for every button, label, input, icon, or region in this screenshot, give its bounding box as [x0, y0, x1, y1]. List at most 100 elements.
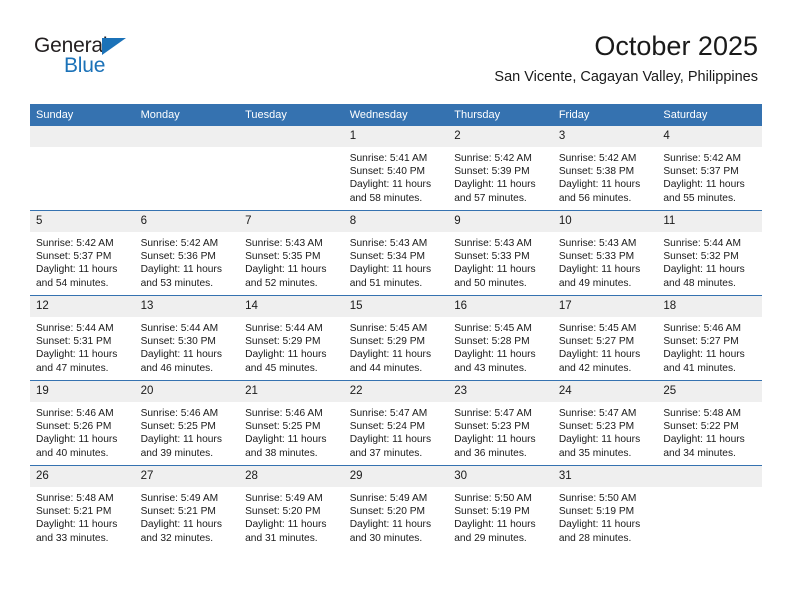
- calendar-day-cell[interactable]: 26 Sunrise: 5:48 AM Sunset: 5:21 PM Dayligh…: [30, 465, 135, 550]
- day-number: 16: [448, 296, 553, 317]
- day-details: Sunrise: 5:43 AM Sunset: 5:34 PM Daylight:…: [344, 232, 449, 290]
- calendar-day-cell[interactable]: 20 Sunrise: 5:46 AM Sunset: 5:25 PM Dayligh…: [134, 380, 240, 466]
- day-cell-inner: 4 Sunrise: 5:42 AM Sunset: 5:37 PM Daylight…: [657, 126, 762, 210]
- day-details: Sunrise: 5:50 AM Sunset: 5:19 PM Daylight:…: [448, 487, 553, 545]
- calendar-day-cell[interactable]: 19 Sunrise: 5:46 AM Sunset: 5:26 PM Dayligh…: [30, 380, 135, 466]
- day-number: 17: [552, 296, 658, 317]
- detail-sunrise: Sunrise: 5:46 AM: [663, 323, 741, 334]
- calendar-week-row: 26 Sunrise: 5:48 AM Sunset: 5:21 PM Dayligh…: [30, 465, 762, 550]
- day-details: [135, 147, 240, 152]
- calendar-day-cell[interactable]: 24 Sunrise: 5:47 AM Sunset: 5:23 PM Dayligh…: [552, 380, 658, 466]
- calendar-day-cell[interactable]: 4 Sunrise: 5:42 AM Sunset: 5:37 PM Daylight…: [657, 126, 762, 211]
- day-cell-inner: 2 Sunrise: 5:42 AM Sunset: 5:39 PM Daylight…: [448, 126, 553, 210]
- detail-daylight1: Daylight: 11 hours: [454, 264, 536, 276]
- calendar-day-cell[interactable]: 29 Sunrise: 5:49 AM Sunset: 5:20 PM Dayligh…: [343, 465, 449, 550]
- detail-sunset: Sunset: 5:35 PM: [245, 251, 321, 263]
- calendar-day-cell[interactable]: 1 Sunrise: 5:41 AM Sunset: 5:40 PM Daylight…: [343, 126, 449, 211]
- day-cell-inner: 5 Sunrise: 5:42 AM Sunset: 5:37 PM Daylight…: [30, 211, 135, 295]
- calendar-day-cell[interactable]: 9 Sunrise: 5:43 AM Sunset: 5:33 PM Daylight…: [448, 210, 553, 296]
- detail-daylight2: and 40 minutes.: [36, 447, 109, 459]
- detail-sunset: Sunset: 5:31 PM: [36, 336, 112, 348]
- day-number: 22: [343, 381, 449, 402]
- calendar-day-cell[interactable]: 25 Sunrise: 5:48 AM Sunset: 5:22 PM Dayligh…: [657, 380, 762, 466]
- detail-sunset: Sunset: 5:28 PM: [454, 336, 530, 348]
- day-number: [30, 126, 135, 147]
- day-number: 30: [448, 466, 553, 487]
- detail-daylight2: and 54 minutes.: [36, 277, 109, 289]
- day-cell-inner: 22 Sunrise: 5:47 AM Sunset: 5:24 PM Dayligh…: [343, 381, 449, 465]
- detail-daylight1: Daylight: 11 hours: [349, 434, 432, 446]
- detail-sunrise: Sunrise: 5:49 AM: [245, 493, 323, 504]
- day-cell-inner: 1 Sunrise: 5:41 AM Sunset: 5:40 PM Daylight…: [343, 126, 449, 210]
- detail-sunset: Sunset: 5:26 PM: [36, 421, 112, 433]
- day-number: 28: [239, 466, 344, 487]
- calendar-day-cell[interactable]: 14 Sunrise: 5:44 AM Sunset: 5:29 PM Dayligh…: [239, 295, 344, 381]
- detail-sunrise: Sunrise: 5:44 AM: [245, 323, 323, 334]
- day-cell-inner: 12 Sunrise: 5:44 AM Sunset: 5:31 PM Dayligh…: [30, 296, 135, 380]
- calendar-day-cell[interactable]: 18 Sunrise: 5:46 AM Sunset: 5:27 PM Dayligh…: [657, 295, 762, 381]
- calendar-week-row: 1 Sunrise: 5:41 AM Sunset: 5:40 PM Daylight…: [30, 126, 762, 211]
- calendar-day-cell[interactable]: 16 Sunrise: 5:45 AM Sunset: 5:28 PM Dayligh…: [448, 295, 553, 381]
- detail-sunrise: Sunrise: 5:47 AM: [558, 408, 637, 419]
- calendar-day-cell[interactable]: 31 Sunrise: 5:50 AM Sunset: 5:19 PM Dayligh…: [552, 465, 658, 550]
- day-number: 7: [239, 211, 344, 232]
- day-cell-inner: 10 Sunrise: 5:43 AM Sunset: 5:33 PM Dayligh…: [552, 211, 658, 295]
- calendar-day-cell[interactable]: 27 Sunrise: 5:49 AM Sunset: 5:21 PM Dayligh…: [134, 465, 240, 550]
- calendar-day-cell[interactable]: 15 Sunrise: 5:45 AM Sunset: 5:29 PM Dayligh…: [343, 295, 449, 381]
- detail-sunset: Sunset: 5:27 PM: [663, 336, 739, 348]
- day-details: Sunrise: 5:46 AM Sunset: 5:25 PM Daylight:…: [135, 402, 240, 460]
- calendar-day-cell[interactable]: 23 Sunrise: 5:47 AM Sunset: 5:23 PM Dayligh…: [448, 380, 553, 466]
- detail-sunrise: Sunrise: 5:44 AM: [140, 323, 219, 334]
- detail-sunrise: Sunrise: 5:43 AM: [349, 238, 428, 249]
- day-number: 29: [343, 466, 449, 487]
- calendar-day-cell[interactable]: 8 Sunrise: 5:43 AM Sunset: 5:34 PM Daylight…: [343, 210, 449, 296]
- detail-daylight2: and 31 minutes.: [245, 532, 318, 544]
- calendar-day-cell[interactable]: 12 Sunrise: 5:44 AM Sunset: 5:31 PM Dayligh…: [30, 295, 135, 381]
- calendar-day-cell[interactable]: 21 Sunrise: 5:46 AM Sunset: 5:25 PM Dayligh…: [239, 380, 344, 466]
- detail-sunset: Sunset: 5:25 PM: [140, 421, 216, 433]
- detail-sunrise: Sunrise: 5:44 AM: [663, 238, 741, 249]
- calendar-day-cell[interactable]: 7 Sunrise: 5:43 AM Sunset: 5:35 PM Daylight…: [239, 210, 344, 296]
- calendar-day-cell[interactable]: 6 Sunrise: 5:42 AM Sunset: 5:36 PM Daylight…: [134, 210, 240, 296]
- detail-sunset: Sunset: 5:32 PM: [663, 251, 739, 263]
- calendar-day-cell[interactable]: 11 Sunrise: 5:44 AM Sunset: 5:32 PM Dayligh…: [657, 210, 762, 296]
- day-number: 8: [343, 211, 449, 232]
- day-cell-inner: [134, 126, 240, 210]
- detail-daylight1: Daylight: 11 hours: [349, 179, 432, 191]
- calendar-day-cell[interactable]: 17 Sunrise: 5:45 AM Sunset: 5:27 PM Dayligh…: [552, 295, 658, 381]
- calendar-day-cell[interactable]: 2 Sunrise: 5:42 AM Sunset: 5:39 PM Daylight…: [448, 126, 553, 211]
- detail-daylight1: Daylight: 11 hours: [558, 264, 641, 276]
- day-number: 15: [343, 296, 449, 317]
- detail-daylight1: Daylight: 11 hours: [663, 179, 745, 191]
- calendar-day-cell[interactable]: 28 Sunrise: 5:49 AM Sunset: 5:20 PM Dayligh…: [239, 465, 344, 550]
- detail-daylight1: Daylight: 11 hours: [245, 434, 327, 446]
- day-details: Sunrise: 5:45 AM Sunset: 5:29 PM Daylight:…: [344, 317, 449, 375]
- calendar-day-cell[interactable]: 3 Sunrise: 5:42 AM Sunset: 5:38 PM Daylight…: [552, 126, 658, 211]
- day-number: 26: [30, 466, 135, 487]
- calendar-day-cell[interactable]: 5 Sunrise: 5:42 AM Sunset: 5:37 PM Daylight…: [30, 210, 135, 296]
- calendar-cell-empty: [657, 465, 762, 550]
- calendar-day-cell[interactable]: 22 Sunrise: 5:47 AM Sunset: 5:24 PM Dayligh…: [343, 380, 449, 466]
- detail-sunset: Sunset: 5:37 PM: [36, 251, 112, 263]
- day-number: 9: [448, 211, 553, 232]
- day-cell-inner: 15 Sunrise: 5:45 AM Sunset: 5:29 PM Dayligh…: [343, 296, 449, 380]
- day-number: 18: [657, 296, 762, 317]
- detail-sunset: Sunset: 5:34 PM: [349, 251, 426, 263]
- detail-sunset: Sunset: 5:38 PM: [558, 166, 635, 178]
- day-number: 6: [134, 211, 240, 232]
- day-details: Sunrise: 5:42 AM Sunset: 5:38 PM Daylight:…: [553, 147, 658, 205]
- calendar-day-cell[interactable]: 10 Sunrise: 5:43 AM Sunset: 5:33 PM Dayligh…: [552, 210, 658, 296]
- day-cell-inner: 13 Sunrise: 5:44 AM Sunset: 5:30 PM Dayligh…: [134, 296, 240, 380]
- detail-sunset: Sunset: 5:21 PM: [140, 506, 216, 518]
- calendar-day-cell[interactable]: 30 Sunrise: 5:50 AM Sunset: 5:19 PM Dayligh…: [448, 465, 553, 550]
- day-cell-inner: [30, 126, 135, 210]
- detail-daylight1: Daylight: 11 hours: [245, 349, 327, 361]
- detail-daylight2: and 33 minutes.: [36, 532, 109, 544]
- detail-daylight1: Daylight: 11 hours: [140, 264, 222, 276]
- detail-sunrise: Sunrise: 5:45 AM: [349, 323, 428, 334]
- calendar-day-cell[interactable]: 13 Sunrise: 5:44 AM Sunset: 5:30 PM Dayligh…: [134, 295, 240, 381]
- generalblue-logo[interactable]: General Blue: [34, 34, 194, 82]
- day-number: 31: [552, 466, 658, 487]
- detail-sunset: Sunset: 5:33 PM: [454, 251, 530, 263]
- detail-daylight1: Daylight: 11 hours: [36, 264, 118, 276]
